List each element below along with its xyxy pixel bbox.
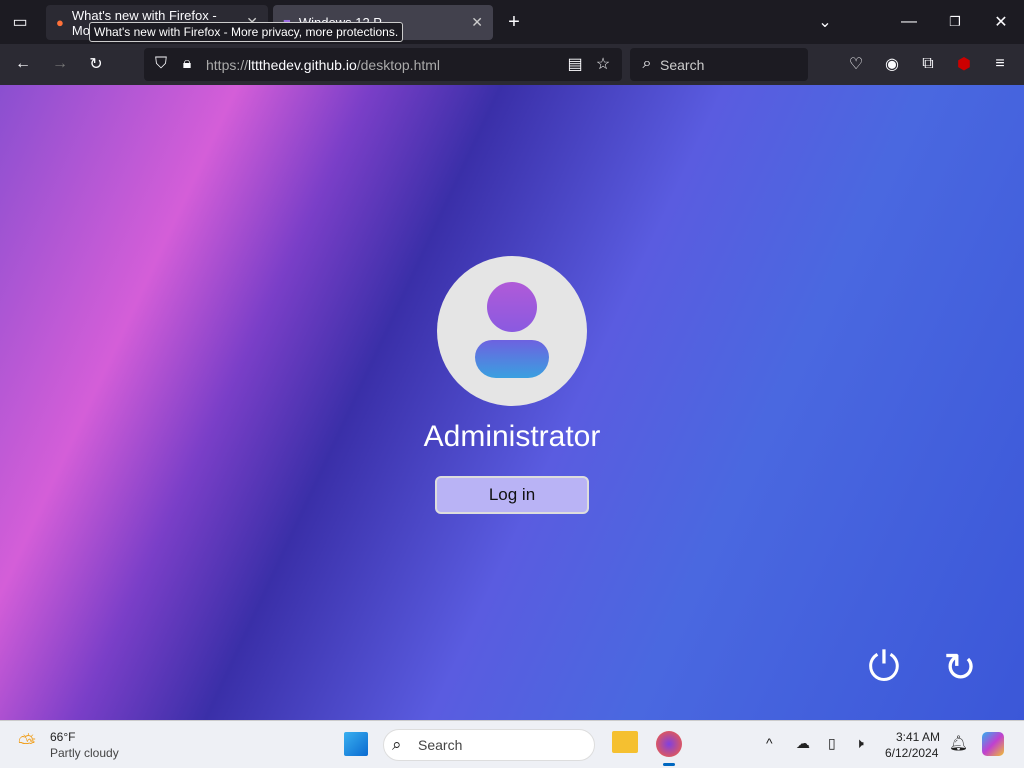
taskbar-search-placeholder: Search: [418, 737, 463, 753]
onedrive-icon[interactable]: ☁: [796, 735, 810, 752]
close-window-button[interactable]: ✕: [986, 7, 1016, 37]
firefox-view-icon[interactable]: ▭: [5, 7, 35, 37]
search-input[interactable]: ⌕ Search: [630, 48, 808, 81]
weather-desc[interactable]: Partly cloudy: [50, 746, 119, 760]
pocket-icon[interactable]: ♡: [841, 49, 871, 79]
avatar-body: [475, 340, 549, 378]
power-icon[interactable]: ⏻: [862, 645, 906, 690]
nav-bar: ← → ↻ ⛉ 🔒︎ https://lttthedev.github.io/d…: [0, 44, 1024, 85]
username: Administrator: [423, 420, 601, 453]
maximize-button[interactable]: ❐: [940, 7, 970, 37]
firefox-taskbar-icon[interactable]: [656, 731, 682, 757]
ublock-icon[interactable]: ⬢: [949, 49, 979, 79]
reload-button[interactable]: ↻: [81, 49, 111, 79]
chevron-up-icon[interactable]: ^: [766, 735, 773, 751]
extensions-icon[interactable]: ⧉: [913, 49, 943, 79]
back-button[interactable]: ←: [8, 49, 38, 79]
menu-icon[interactable]: ≡: [985, 49, 1015, 79]
firefox-icon: ●: [56, 15, 64, 30]
url-bar[interactable]: ⛉ 🔒︎ https://lttthedev.github.io/desktop…: [144, 48, 622, 81]
login-screen: Administrator Log in ⏻ ↻: [0, 85, 1024, 720]
new-tab-button[interactable]: +: [499, 7, 529, 37]
search-icon: ⌕: [642, 55, 652, 72]
start-button[interactable]: [344, 732, 368, 756]
taskbar: ⛅︎ 66°F Partly cloudy ⌕ Search ^ ☁ ▯ 🕨︎ …: [0, 720, 1024, 768]
copilot-icon[interactable]: [982, 732, 1004, 756]
url-path: /desktop.html: [356, 56, 441, 73]
clock-date[interactable]: 6/12/2024: [885, 746, 938, 760]
avatar-head: [487, 282, 537, 332]
notification-bell-icon[interactable]: 🔔︎: [949, 734, 968, 752]
search-placeholder: Search: [660, 56, 705, 73]
url-host: lttthedev.github.io: [248, 56, 357, 73]
lock-icon[interactable]: 🔒︎: [172, 49, 202, 79]
restart-icon[interactable]: ↻: [938, 645, 982, 691]
bookmark-star-icon[interactable]: ☆: [588, 49, 618, 79]
file-explorer-icon[interactable]: [612, 731, 638, 753]
clock-time[interactable]: 3:41 AM: [896, 730, 940, 744]
volume-muted-icon[interactable]: 🕨︎: [855, 735, 864, 752]
active-indicator: [663, 763, 675, 766]
close-tab-icon[interactable]: ✕: [471, 14, 483, 31]
search-icon: ⌕: [392, 735, 402, 754]
network-icon[interactable]: ▯: [828, 735, 836, 752]
list-tabs-chevron-icon[interactable]: ⌄: [810, 7, 840, 37]
tab-tooltip: What's new with Firefox - More privacy, …: [89, 22, 404, 42]
url-prefix: https://: [206, 56, 249, 73]
reader-view-icon[interactable]: ▤: [560, 49, 590, 79]
minimize-button[interactable]: —: [894, 7, 924, 37]
weather-icon[interactable]: ⛅︎: [18, 730, 36, 756]
taskbar-search[interactable]: ⌕ Search: [383, 729, 595, 761]
login-button[interactable]: Log in: [435, 476, 589, 514]
user-avatar: [437, 256, 587, 406]
weather-temp[interactable]: 66°F: [50, 730, 75, 744]
account-icon[interactable]: ◉: [877, 49, 907, 79]
tab-bar: ▭ ● What's new with Firefox - Mo ✕ ■ Win…: [0, 0, 1024, 44]
forward-button[interactable]: →: [45, 49, 75, 79]
